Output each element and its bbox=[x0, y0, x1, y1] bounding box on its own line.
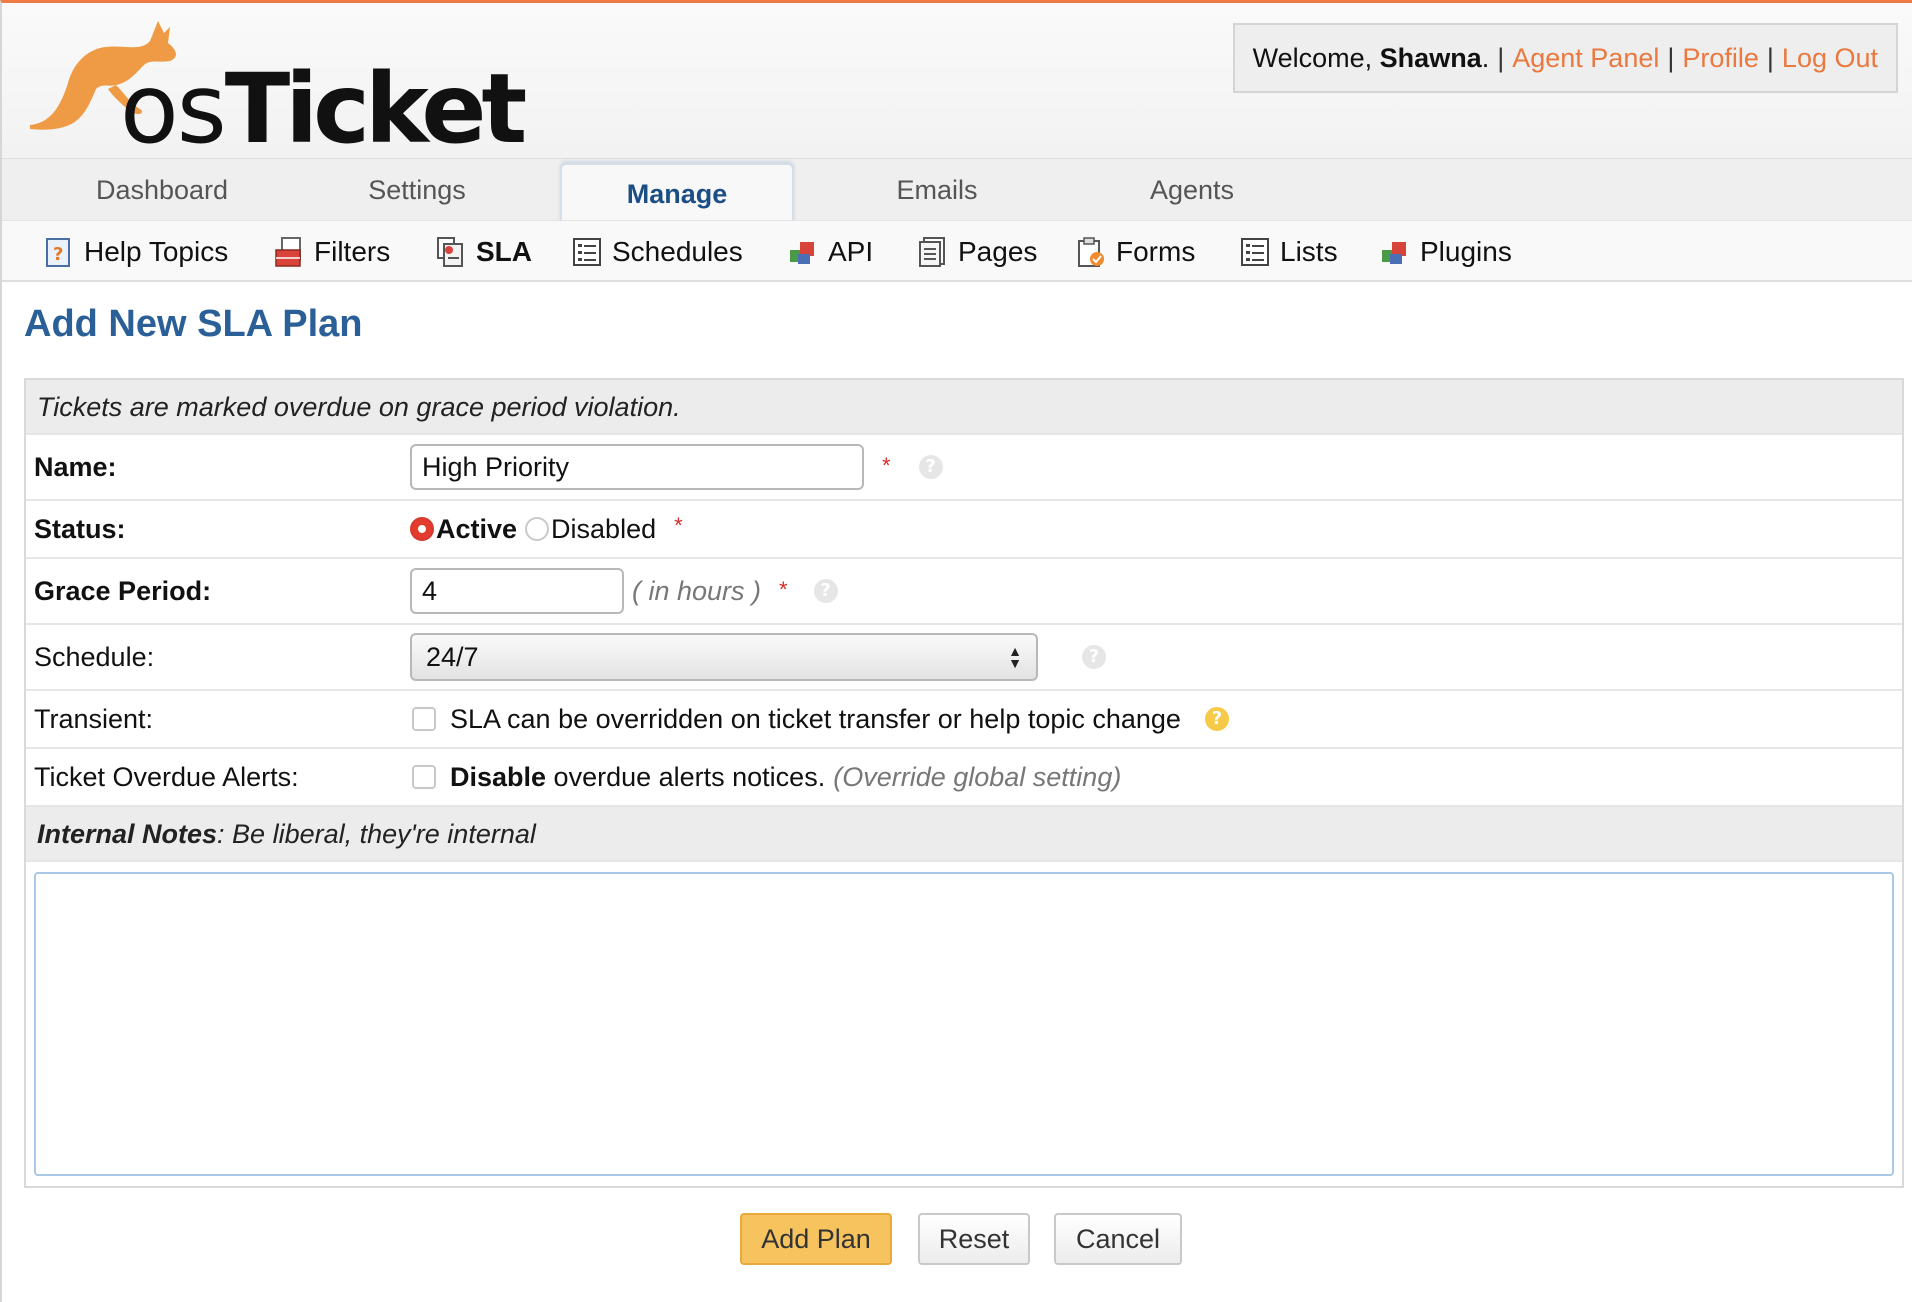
notes-row bbox=[26, 862, 1902, 1186]
agent-panel-link[interactable]: Agent Panel bbox=[1512, 43, 1659, 74]
internal-notes-textarea[interactable] bbox=[34, 872, 1894, 1176]
help-icon[interactable]: ? bbox=[1204, 707, 1229, 731]
status-active-label: Active bbox=[436, 513, 518, 544]
status-disabled-label: Disabled bbox=[551, 513, 657, 544]
tab-agents[interactable]: Agents bbox=[1092, 159, 1292, 221]
logo-wordmark: osTicket bbox=[120, 53, 527, 165]
internal-notes-hint: : Be liberal, they're internal bbox=[217, 819, 536, 849]
separator: | bbox=[1497, 42, 1505, 73]
subnav-item-sla[interactable]: SLA bbox=[436, 221, 532, 283]
sla-icon bbox=[436, 236, 466, 268]
header: osTicket Welcome, Shawna. | Agent Panel … bbox=[2, 3, 1912, 158]
subnav-item-schedules[interactable]: Schedules bbox=[572, 221, 743, 283]
subnav-item-forms[interactable]: Forms bbox=[1076, 221, 1195, 283]
required-marker: * bbox=[779, 577, 788, 602]
transient-row: Transient: SLA can be overridden on tick… bbox=[26, 691, 1902, 749]
grace-period-hint: ( in hours ) bbox=[632, 575, 762, 606]
help-icon[interactable]: ? bbox=[918, 455, 943, 479]
page-title: Add New SLA Plan bbox=[24, 303, 363, 345]
form-intro: Tickets are marked overdue on grace peri… bbox=[26, 380, 1902, 435]
separator: | bbox=[1766, 42, 1774, 73]
subnav-item-api[interactable]: API bbox=[788, 221, 873, 283]
tab-emails[interactable]: Emails bbox=[837, 159, 1037, 221]
subnav-item-pages[interactable]: Pages bbox=[918, 221, 1037, 283]
subnav-label: API bbox=[828, 236, 874, 267]
separator: | bbox=[1667, 42, 1675, 73]
pages-icon bbox=[918, 236, 948, 268]
subnav-label: Lists bbox=[1280, 236, 1338, 267]
tab-manage[interactable]: Manage bbox=[560, 163, 794, 223]
grace-period-row: Grace Period: 4 ( in hours ) * ? bbox=[26, 559, 1902, 625]
schedules-icon bbox=[572, 236, 602, 268]
internal-notes-header: Internal Notes: Be liberal, they're inte… bbox=[26, 807, 1902, 862]
transient-text: SLA can be overridden on ticket transfer… bbox=[450, 703, 1181, 734]
status-label: Status: bbox=[34, 513, 126, 544]
profile-link[interactable]: Profile bbox=[1682, 43, 1759, 74]
logout-link[interactable]: Log Out bbox=[1782, 43, 1878, 74]
grace-period-input[interactable]: 4 bbox=[410, 568, 624, 614]
filters-icon bbox=[274, 236, 304, 268]
schedule-value: 24/7 bbox=[426, 641, 479, 672]
grace-period-label: Grace Period: bbox=[34, 575, 212, 606]
subnav-item-help-topics[interactable]: ? Help Topics bbox=[44, 221, 228, 283]
welcome-text: Welcome, bbox=[1252, 42, 1373, 73]
overdue-alerts-bold: Disable bbox=[450, 761, 547, 792]
help-topics-icon: ? bbox=[44, 236, 74, 268]
required-marker: * bbox=[674, 513, 683, 538]
tab-settings[interactable]: Settings bbox=[317, 159, 517, 221]
api-icon bbox=[788, 236, 818, 268]
subnav-label: Schedules bbox=[612, 236, 743, 267]
name-row: Name: High Priority * ? bbox=[26, 435, 1902, 501]
subnav-label: Help Topics bbox=[84, 236, 229, 267]
user-box: Welcome, Shawna. | Agent Panel | Profile… bbox=[1232, 23, 1898, 93]
status-row: Status: Active Disabled * bbox=[26, 501, 1902, 559]
user-name-suffix: . bbox=[1481, 42, 1490, 73]
sla-form: Tickets are marked overdue on grace peri… bbox=[24, 378, 1904, 1188]
subnav-label: Plugins bbox=[1420, 236, 1512, 267]
user-name: Shawna bbox=[1379, 42, 1482, 73]
schedule-label: Schedule: bbox=[34, 641, 155, 672]
sub-nav: ? Help Topics Filters SLA Schedules API … bbox=[2, 220, 1912, 282]
subnav-label: Filters bbox=[314, 236, 391, 267]
schedule-row: Schedule: 24/7 ▲ ▼ ? bbox=[26, 625, 1902, 691]
reset-button[interactable]: Reset bbox=[918, 1213, 1030, 1265]
select-arrows-icon: ▲ ▼ bbox=[1008, 643, 1022, 671]
overdue-alerts-text: overdue alerts notices. bbox=[546, 761, 826, 792]
transient-label: Transient: bbox=[34, 703, 154, 734]
overdue-alerts-row: Ticket Overdue Alerts: Disable overdue a… bbox=[26, 749, 1902, 807]
cancel-button[interactable]: Cancel bbox=[1054, 1213, 1182, 1265]
overdue-alerts-label: Ticket Overdue Alerts: bbox=[34, 761, 299, 792]
help-icon[interactable]: ? bbox=[813, 579, 838, 603]
app-window: osTicket Welcome, Shawna. | Agent Panel … bbox=[0, 0, 1912, 1302]
add-plan-button[interactable]: Add Plan bbox=[740, 1213, 892, 1265]
subnav-label: Forms bbox=[1116, 236, 1196, 267]
subnav-label: Pages bbox=[958, 236, 1038, 267]
status-active-radio[interactable] bbox=[410, 517, 434, 541]
tab-dashboard[interactable]: Dashboard bbox=[62, 159, 262, 221]
transient-checkbox[interactable] bbox=[412, 707, 436, 731]
top-nav: Dashboard Settings Manage Emails Agents bbox=[2, 158, 1912, 223]
overdue-alerts-checkbox[interactable] bbox=[412, 765, 436, 789]
name-label: Name: bbox=[34, 451, 117, 482]
subnav-item-filters[interactable]: Filters bbox=[274, 221, 390, 283]
subnav-item-plugins[interactable]: Plugins bbox=[1380, 221, 1512, 283]
svg-text:?: ? bbox=[53, 244, 63, 265]
osticket-logo[interactable]: osTicket bbox=[20, 13, 527, 157]
required-marker: * bbox=[882, 453, 891, 478]
schedule-select[interactable]: 24/7 ▲ ▼ bbox=[410, 633, 1038, 681]
lists-icon bbox=[1240, 236, 1270, 268]
forms-icon bbox=[1076, 236, 1106, 268]
status-disabled-radio[interactable] bbox=[525, 517, 550, 541]
overdue-alerts-note: (Override global setting) bbox=[833, 761, 1122, 792]
subnav-label: SLA bbox=[476, 236, 532, 267]
help-icon[interactable]: ? bbox=[1082, 645, 1106, 669]
plugins-icon bbox=[1380, 236, 1410, 268]
subnav-item-lists[interactable]: Lists bbox=[1240, 221, 1338, 283]
name-input[interactable]: High Priority bbox=[410, 444, 864, 490]
internal-notes-label: Internal Notes bbox=[37, 819, 218, 849]
